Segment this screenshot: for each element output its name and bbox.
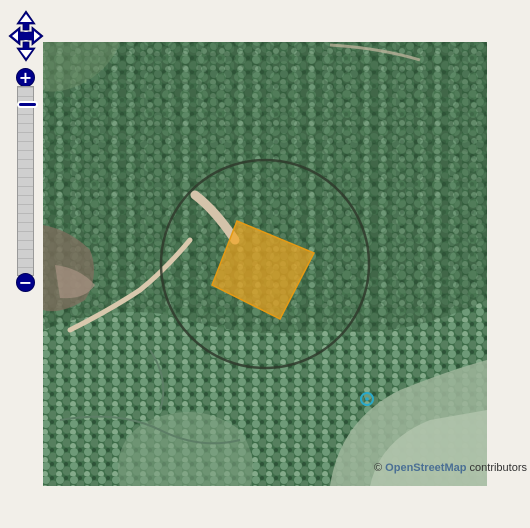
zoom-slider-handle[interactable] [17,101,38,108]
map-viewport[interactable]: + − © OpenStreetMap contributors [0,0,530,528]
zoom-control[interactable]: + − [16,68,38,292]
zoom-slider-track[interactable] [17,86,38,276]
map-canvas[interactable] [0,0,530,528]
pan-right-button[interactable] [27,26,44,46]
zoom-in-button[interactable]: + [16,68,35,87]
zoom-out-button[interactable]: − [16,273,35,292]
attribution-suffix: contributors [466,462,527,474]
attribution-prefix: © [374,462,386,474]
map-attribution: © OpenStreetMap contributors [374,462,527,474]
osm-link[interactable]: OpenStreetMap [385,462,466,474]
pan-center [23,32,29,40]
pan-control[interactable] [8,10,44,62]
pan-left-button[interactable] [8,26,25,46]
